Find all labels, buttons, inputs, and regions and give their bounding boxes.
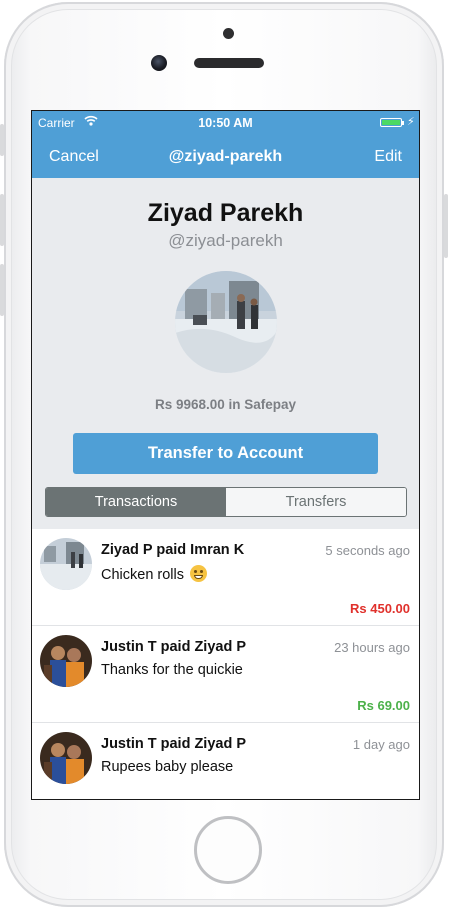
tab-transactions[interactable]: Transactions	[46, 488, 226, 516]
profile-avatar	[175, 271, 277, 373]
clock: 10:50 AM	[198, 116, 253, 130]
transaction-message: Thanks for the quickie	[101, 662, 243, 678]
mute-switch	[0, 124, 4, 156]
charging-bolt-icon: ⚡	[407, 116, 415, 128]
transaction-title: Ziyad P paid Imran K	[101, 542, 245, 558]
transaction-time: 1 day ago	[352, 737, 410, 752]
avatar	[40, 635, 92, 687]
nav-title: @ziyad-parekh	[168, 148, 283, 165]
volume-up-button	[0, 194, 4, 246]
transaction-message: Chicken rolls	[101, 565, 208, 583]
transactions-list: Ziyad P paid Imran K 5 seconds ago Chick…	[32, 529, 419, 799]
transaction-title: Justin T paid Ziyad P	[101, 736, 247, 752]
tab-transfers[interactable]: Transfers	[226, 488, 406, 516]
list-item[interactable]: Justin T paid Ziyad P 23 hours ago Thank…	[32, 626, 419, 723]
grinning-face-icon	[190, 565, 208, 582]
balance-label: Rs 9968.00 in Safepay	[154, 397, 297, 412]
transaction-amount: Rs 450.00	[350, 601, 410, 616]
transaction-time: 23 hours ago	[334, 640, 410, 655]
segmented-control: Transactions Transfers	[45, 487, 407, 517]
avatar	[40, 732, 92, 784]
transaction-message: Rupees baby please	[101, 759, 234, 775]
app-screen: Carrier 10:50 AM ⚡ Cancel @ziyad-parekh …	[31, 110, 420, 800]
profile-name: Ziyad Parekh	[147, 199, 304, 227]
status-bar: Carrier 10:50 AM ⚡	[32, 111, 419, 133]
transaction-amount: Rs 69.00	[357, 698, 410, 713]
edit-button[interactable]: Edit	[374, 148, 402, 166]
front-camera	[151, 55, 167, 71]
list-item[interactable]: Justin T paid Ziyad P 1 day ago Rupees b…	[32, 723, 419, 799]
profile-handle: @ziyad-parekh	[168, 231, 283, 250]
power-button	[444, 194, 448, 258]
home-button[interactable]	[194, 816, 262, 884]
proximity-sensor	[223, 28, 234, 39]
earpiece-speaker	[194, 58, 264, 68]
battery-icon	[380, 118, 404, 127]
transfer-to-account-button[interactable]: Transfer to Account	[73, 433, 378, 474]
transaction-title: Justin T paid Ziyad P	[101, 639, 247, 655]
volume-down-button	[0, 264, 4, 316]
list-item[interactable]: Ziyad P paid Imran K 5 seconds ago Chick…	[32, 529, 419, 626]
transaction-time: 5 seconds ago	[325, 543, 410, 558]
avatar	[40, 538, 92, 590]
navigation-bar: Carrier 10:50 AM ⚡ Cancel @ziyad-parekh …	[32, 111, 419, 178]
